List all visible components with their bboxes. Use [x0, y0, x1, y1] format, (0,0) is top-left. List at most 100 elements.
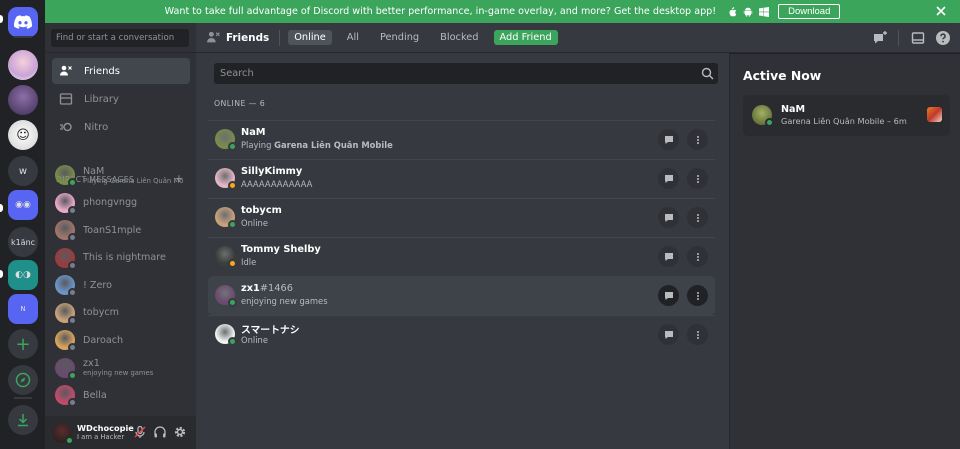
friend-status: Online: [241, 335, 268, 345]
dm-item[interactable]: NaM Playing Garena Liên Quân Mo...: [52, 163, 190, 187]
server-trollface[interactable]: ☺: [8, 120, 38, 150]
message-button[interactable]: [658, 285, 679, 306]
status-dot: [228, 298, 237, 307]
more-options-button[interactable]: [687, 246, 708, 267]
add-server-button[interactable]: +: [8, 329, 38, 359]
new-group-dm-icon[interactable]: [872, 30, 888, 46]
sidebar-item-nitro[interactable]: Nitro: [52, 114, 190, 140]
active-now-panel: Active Now NaM Garena Liên Quân Mobile –…: [729, 54, 960, 449]
add-friend-button[interactable]: Add Friend: [493, 30, 558, 45]
tab-pending[interactable]: Pending: [374, 30, 425, 45]
close-icon[interactable]: [934, 4, 948, 18]
avatar: [55, 165, 77, 187]
avatar: [55, 330, 77, 352]
tab-online[interactable]: Online: [288, 30, 332, 45]
game-icon: [927, 107, 942, 122]
friend-row[interactable]: NaM Playing Garena Liên Quân Mobile: [208, 120, 715, 159]
dm-item[interactable]: Bella: [52, 383, 190, 407]
download-button[interactable]: Download: [778, 4, 841, 19]
friend-status: enjoying new games: [241, 296, 328, 306]
sidebar-item-friends[interactable]: Friends: [52, 58, 190, 84]
friend-status: AAAAAAAAAAAA: [241, 179, 312, 189]
message-button[interactable]: [658, 324, 679, 345]
dm-item[interactable]: zx1 enjoying new games: [52, 356, 190, 380]
discord-logo-icon: [14, 15, 32, 29]
dm-item[interactable]: ! Zero: [52, 273, 190, 297]
message-button[interactable]: [658, 129, 679, 150]
server-n-folder[interactable]: N: [8, 294, 38, 324]
server-k1anc[interactable]: k1änc: [8, 227, 38, 257]
apple-icon: [729, 6, 737, 16]
friend-row[interactable]: スマートナシ Online: [208, 315, 715, 354]
find-conversation-input[interactable]: Find or start a conversation: [51, 29, 189, 47]
more-options-button[interactable]: [687, 285, 708, 306]
server-label: k1änc: [10, 237, 36, 247]
server-teal-folder[interactable]: ◐◑: [8, 260, 38, 290]
friend-username: NaM: [241, 127, 266, 138]
library-icon: [59, 93, 73, 105]
avatar[interactable]: [52, 422, 74, 445]
friend-row[interactable]: Tommy Shelby Idle: [208, 237, 715, 276]
activity-user-name: NaM: [781, 104, 806, 115]
server-label: N: [20, 305, 26, 313]
avatar: [55, 192, 77, 215]
sidebar-item-label: Nitro: [84, 121, 109, 133]
more-options-button[interactable]: [687, 324, 708, 345]
activity-game: Garena Liên Quân Mobile – 6m: [781, 116, 907, 126]
inbox-icon[interactable]: [910, 30, 926, 46]
tab-blocked[interactable]: Blocked: [434, 30, 484, 45]
dm-item[interactable]: ToanS1mple: [52, 218, 190, 242]
mute-mic-icon[interactable]: [133, 425, 147, 439]
friend-activity: Garena Liên Quân Mobile: [274, 140, 393, 150]
dm-text: phongvngg: [83, 197, 137, 208]
more-options-button[interactable]: [687, 129, 708, 150]
status-dot: [228, 181, 237, 190]
user-panel: WDchocopie I am a Hacker: [45, 416, 196, 449]
headphones-icon[interactable]: [153, 425, 167, 439]
friend-row[interactable]: SillyKimmy AAAAAAAAAAAA: [208, 159, 715, 198]
avatar: [215, 324, 237, 346]
friend-row[interactable]: zx1#1466 enjoying new games: [208, 276, 715, 315]
friend-username: tobycm: [241, 205, 282, 216]
server-anime-girl[interactable]: [8, 50, 38, 80]
server-purple-anime[interactable]: [8, 85, 38, 115]
more-vertical-icon: [696, 213, 699, 222]
dm-item[interactable]: tobycm: [52, 301, 190, 325]
message-button[interactable]: [658, 168, 679, 189]
dm-item[interactable]: This is nightmare: [52, 246, 190, 270]
sidebar-item-library[interactable]: Library: [52, 86, 190, 112]
help-icon[interactable]: [935, 30, 951, 46]
channel-sidebar: Find or start a conversation Friends Lib…: [45, 23, 196, 449]
tab-all[interactable]: All: [341, 30, 365, 45]
explore-servers-button[interactable]: [8, 365, 38, 395]
server-w[interactable]: w: [8, 156, 38, 186]
friend-status-prefix: Online: [241, 218, 269, 228]
avatar: [215, 207, 237, 229]
status-dot: [68, 288, 77, 297]
friends-icon: [60, 65, 72, 76]
trollface-icon: ☺: [16, 127, 30, 143]
home-button[interactable]: [8, 7, 38, 37]
server-folder[interactable]: ◉◉: [8, 190, 38, 220]
page-title: Friends: [226, 31, 270, 44]
activity-card[interactable]: NaM Garena Liên Quân Mobile – 6m: [743, 95, 950, 136]
avatar: [55, 357, 77, 380]
dm-name: Bella: [83, 389, 107, 401]
dm-text: NaM Playing Garena Liên Quân Mo...: [83, 166, 183, 185]
friends-search-input[interactable]: Search: [214, 63, 718, 84]
gear-icon[interactable]: [173, 425, 187, 439]
download-apps-button[interactable]: [8, 405, 38, 435]
online-count: ONLINE — 6: [214, 99, 266, 108]
friend-status-prefix: AAAAAAAAAAAA: [241, 179, 313, 189]
more-options-button[interactable]: [687, 168, 708, 189]
username: WDchocopie: [77, 423, 134, 433]
friend-row[interactable]: tobycm Online: [208, 198, 715, 237]
avatar: [752, 105, 774, 127]
message-button[interactable]: [658, 207, 679, 228]
dm-item[interactable]: Daroach: [52, 328, 190, 352]
avatar: [55, 385, 77, 407]
message-button[interactable]: [658, 246, 679, 267]
unread-indicator: [0, 204, 3, 212]
more-options-button[interactable]: [687, 207, 708, 228]
dm-item[interactable]: phongvngg: [52, 191, 190, 215]
